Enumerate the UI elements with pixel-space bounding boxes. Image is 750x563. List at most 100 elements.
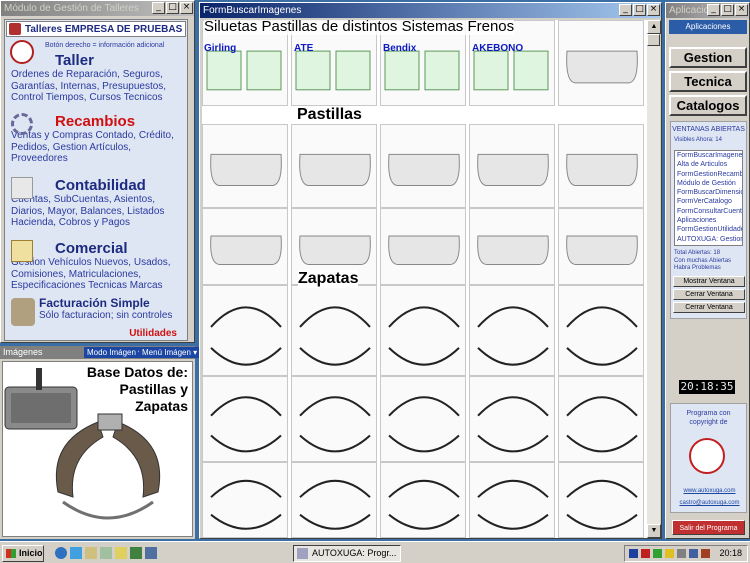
brake-image-cell[interactable] [202, 285, 288, 376]
browser-icon[interactable] [55, 547, 67, 559]
section-text-recambios: Ventas y Compras Contado, Crédito, Pedid… [11, 130, 174, 164]
window-list[interactable]: FormBuscarImagenes Alta de Articulos FormG… [674, 150, 743, 246]
brake-image-cell[interactable] [202, 208, 288, 285]
minimize-button[interactable]: _ [619, 4, 632, 16]
image-menu[interactable]: Menú Imágen ▾ [139, 347, 201, 358]
brake-image-cell[interactable] [469, 208, 555, 285]
brake-image-cell[interactable] [380, 285, 466, 376]
section-recambios[interactable]: Recambios Ventas y Compras Contado, Créd… [11, 113, 189, 165]
desktop-icon[interactable] [100, 547, 112, 559]
brake-image-cell[interactable] [291, 462, 377, 538]
brake-image-cell[interactable] [469, 285, 555, 376]
minimize-button[interactable]: _ [707, 4, 720, 16]
brand-ate: ATE [294, 43, 314, 54]
brake-image-cell[interactable] [558, 124, 644, 208]
mode-image-menu[interactable]: Modo Imágen ▾ [84, 347, 146, 358]
section-comercial[interactable]: Comercial Gestion Vehículos Nuevos, Usad… [11, 240, 189, 292]
section-facturacion[interactable]: Facturación Simple Sólo facturacion; sin… [11, 296, 189, 326]
window-list-item[interactable]: Alta de Articulos [675, 160, 742, 169]
caption-line-2: Pastillas y [119, 381, 189, 397]
right-window-titlebar[interactable]: Aplicaciones _ □ × [666, 3, 749, 18]
window-list-item[interactable]: FormVerCatalogo [675, 197, 742, 206]
tray-app-icon[interactable] [653, 549, 662, 558]
brake-image-cell[interactable] [291, 124, 377, 208]
brake-image-cell[interactable] [202, 376, 288, 462]
maximize-button[interactable]: □ [633, 4, 646, 16]
window-list-item[interactable]: FormGestionUtilidades [675, 225, 742, 234]
notes-icon[interactable] [115, 547, 127, 559]
antivirus-icon[interactable] [641, 549, 650, 558]
close-window-button[interactable]: Cerrar Ventana [673, 289, 745, 300]
window-list-item[interactable]: FormBuscarImagenes [675, 151, 742, 160]
scroll-thumb[interactable] [647, 34, 660, 46]
maximize-button[interactable]: □ [166, 2, 179, 14]
brake-image-cell[interactable] [380, 124, 466, 208]
brake-image-cell[interactable] [558, 20, 644, 106]
close-button[interactable]: × [735, 4, 748, 16]
gestion-button[interactable]: Gestion [669, 47, 747, 68]
brake-image-cell[interactable] [558, 208, 644, 285]
brake-image-cell[interactable] [558, 285, 644, 376]
email-link[interactable]: castro@autoxuga.com [671, 500, 748, 506]
section-title-taller[interactable]: Taller [11, 52, 189, 69]
section-title-comercial[interactable]: Comercial [11, 240, 189, 257]
section-contabilidad[interactable]: Contabilidad Cuentas, SubCuentas, Asient… [11, 177, 189, 229]
media-icon[interactable] [145, 547, 157, 559]
taskbar-item-autoxuga[interactable]: AUTOXUGA: Progr... [293, 545, 401, 562]
catalogos-button[interactable]: Catalogos [669, 95, 747, 116]
brake-image-cell[interactable] [291, 285, 377, 376]
window-list-item[interactable]: Módulo de Gestión [675, 179, 742, 188]
section-taller[interactable]: Taller Ordenes de Reparación, Seguros, G… [11, 52, 189, 104]
label-pastillas: Pastillas [297, 106, 362, 124]
scroll-up-button[interactable]: ▲ [647, 20, 661, 34]
calculator-icon [11, 177, 33, 199]
minimize-button[interactable]: _ [152, 2, 165, 14]
utilidades-link[interactable]: Utilidades [129, 328, 177, 339]
brake-image-cell[interactable] [558, 376, 644, 462]
battery-icon[interactable] [701, 549, 710, 558]
brand-girling: Girling [204, 43, 237, 54]
volume-icon[interactable] [677, 549, 686, 558]
website-link[interactable]: www.autoxuga.com [671, 488, 748, 494]
brake-image-cell[interactable] [380, 462, 466, 538]
section-title-facturacion[interactable]: Facturación Simple [11, 296, 189, 310]
program-by: Programa con copyright de [686, 410, 731, 426]
tecnica-button[interactable]: Tecnica [669, 71, 747, 92]
applications-tab[interactable]: Aplicaciones [669, 20, 747, 34]
brake-image-cell[interactable] [469, 376, 555, 462]
brake-image-cell[interactable] [469, 462, 555, 538]
main-window-titlebar[interactable]: FormBuscarImagenes _ □ × [200, 3, 661, 18]
brake-image-cell[interactable] [558, 462, 644, 538]
show-window-button[interactable]: Mostrar Ventana [673, 276, 745, 287]
section-title-contabilidad[interactable]: Contabilidad [11, 177, 189, 194]
folder-icon[interactable] [85, 547, 97, 559]
window-list-item[interactable]: Aplicaciones [675, 216, 742, 225]
network-icon[interactable] [629, 549, 638, 558]
maximize-button[interactable]: □ [721, 4, 734, 16]
window-list-item[interactable]: AUTOXUGA: Gestion [675, 235, 742, 244]
section-title-recambios[interactable]: Recambios [11, 113, 189, 130]
brake-image-cell[interactable] [202, 124, 288, 208]
window-list-item[interactable]: FormConsultarCuentas [675, 207, 742, 216]
scroll-down-button[interactable]: ▼ [647, 524, 661, 538]
brake-image-cell[interactable] [469, 124, 555, 208]
start-button[interactable]: Inicio [2, 545, 44, 562]
module-panel: Talleres EMPRESA DE PRUEBAS Botón derech… [4, 19, 188, 341]
window-list-item[interactable]: FormGestionRecambios [675, 170, 742, 179]
brake-image-cell[interactable] [380, 376, 466, 462]
left-window-titlebar[interactable]: Módulo de Gestión de Talleres _ □ × [1, 1, 194, 16]
close-button[interactable]: × [647, 4, 660, 16]
email-icon[interactable] [70, 547, 82, 559]
vertical-scrollbar[interactable]: ▲ ▼ [646, 20, 661, 538]
hide-window-button[interactable]: Cerrar Ventana [673, 302, 745, 313]
brake-image: Base Datos de: Pastillas y Zapatas [2, 361, 193, 537]
brake-image-cell[interactable] [291, 376, 377, 462]
close-button[interactable]: × [180, 2, 193, 14]
display-icon[interactable] [689, 549, 698, 558]
green-app-icon[interactable] [130, 547, 142, 559]
window-list-item[interactable]: FormBuscarDimensiones [675, 188, 742, 197]
brake-image-cell[interactable] [380, 208, 466, 285]
brake-image-cell[interactable] [202, 462, 288, 538]
exit-button[interactable]: Salir del Programa [672, 520, 745, 535]
tray-notify-icon[interactable] [665, 549, 674, 558]
